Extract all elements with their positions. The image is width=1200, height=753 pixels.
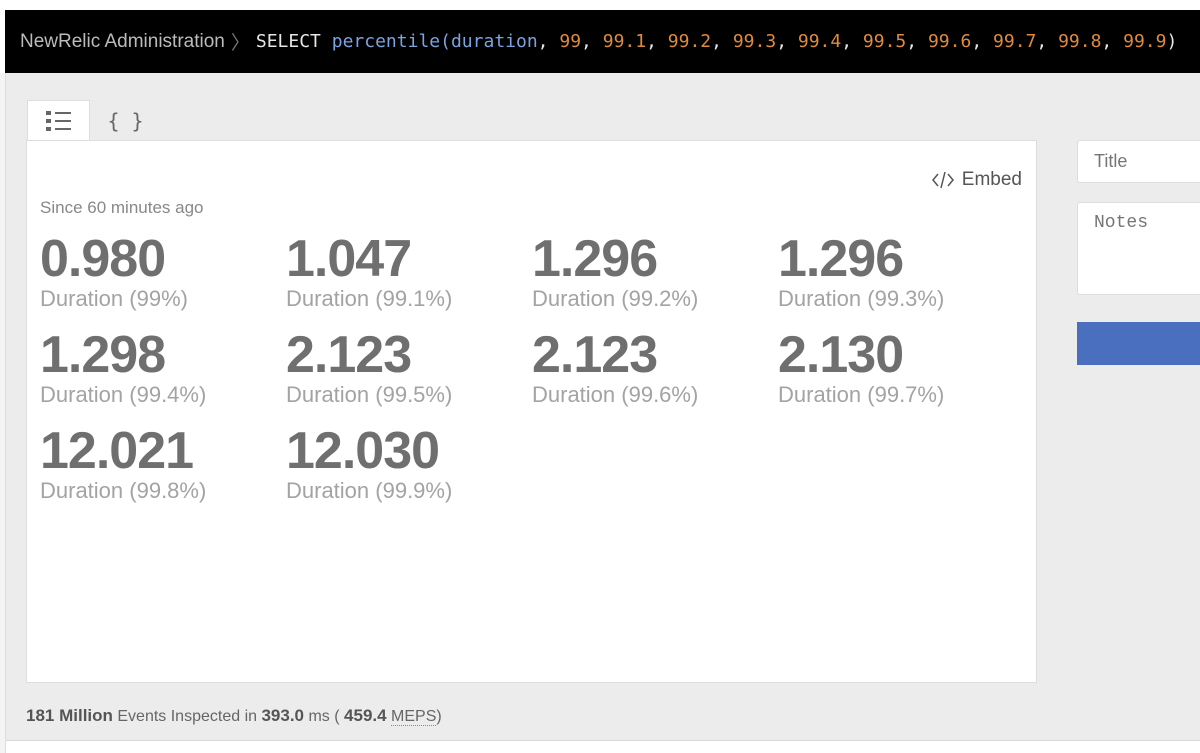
query-arg: 99.1 (602, 31, 647, 52)
query-comma: , (1036, 31, 1059, 52)
query-arg: 99.4 (797, 31, 842, 52)
metric-label: Duration (99%) (40, 286, 188, 311)
metric-value: 1.298 (40, 326, 166, 384)
breadcrumb-account[interactable]: NewRelic Administration (20, 31, 225, 53)
title-input[interactable] (1077, 140, 1200, 183)
metric-label: Duration (99.6%) (532, 382, 699, 407)
events-count: 181 Million (26, 706, 113, 725)
time-unit: ms ( (308, 708, 340, 725)
query-arg: 99.5 (862, 31, 907, 52)
metric-label: Duration (99.2%) (532, 286, 699, 311)
metrics-grid: 0.980 Duration (99%) 1.047 Duration (99.1%)… (40, 231, 1024, 517)
metric-label: Duration (99.9%) (286, 478, 453, 503)
query-function: percentile( (331, 31, 451, 52)
query-comma: , (711, 31, 733, 52)
query-arg: 99.3 (732, 31, 777, 52)
metric-label: Duration (99.8%) (40, 478, 207, 503)
metric-label: Duration (99.3%) (778, 286, 945, 311)
query-arg: 99.2 (667, 31, 712, 52)
tab-list-view[interactable] (27, 100, 90, 141)
stats-close: ) (436, 708, 442, 725)
metric-item: 2.123 Duration (99.5%) (286, 327, 532, 421)
add-to-dashboard-button[interactable] (1077, 322, 1200, 365)
query-arg: 99.7 (993, 31, 1037, 52)
metric-item: 2.123 Duration (99.6%) (532, 327, 778, 421)
results-panel: { } Embed Since 60 minutes ago 0.980 Dura… (6, 73, 1200, 741)
metric-item: 12.030 Duration (99.9%) (286, 423, 532, 517)
query-comma: , (841, 31, 863, 52)
query-field: duration (450, 31, 538, 52)
query-comma: , (1101, 31, 1124, 52)
metric-item: 0.980 Duration (99%) (40, 231, 286, 325)
metric-value: 12.021 (40, 422, 194, 480)
embed-label: Embed (961, 169, 1022, 190)
results-card: Embed Since 60 minutes ago 0.980 Duration… (26, 140, 1037, 683)
tab-json-view[interactable]: { } (94, 100, 157, 141)
json-icon: { } (107, 108, 144, 133)
metric-value: 2.123 (532, 326, 658, 384)
query-arg: 99.8 (1058, 31, 1102, 52)
query-arg: 99.6 (927, 31, 972, 52)
query-time: 393.0 (261, 706, 305, 725)
query-keyword: SELECT (255, 31, 321, 52)
query-comma: , (906, 31, 928, 52)
metric-label: Duration (99.7%) (778, 382, 945, 407)
metric-item: 1.047 Duration (99.1%) (286, 231, 532, 325)
query-comma: , (537, 31, 560, 52)
query-comma: , (646, 31, 668, 52)
metric-value: 12.030 (286, 422, 440, 480)
breadcrumb-separator-icon: 〉 (230, 33, 250, 54)
metric-value: 0.980 (40, 230, 166, 288)
query-comma: , (971, 31, 994, 52)
metric-item: 1.296 Duration (99.2%) (532, 231, 778, 325)
query-stats: 181 Million Events Inspected in 393.0 ms… (26, 706, 442, 726)
meps-label[interactable]: MEPS (391, 708, 437, 726)
events-text: Events Inspected in (117, 708, 258, 725)
list-icon (45, 111, 71, 131)
query-bar[interactable]: NewRelic Administration 〉 SELECT percent… (5, 10, 1200, 73)
metric-item: 2.130 Duration (99.7%) (778, 327, 1024, 421)
metric-item: 12.021 Duration (99.8%) (40, 423, 286, 517)
query-arg: 99.9 (1123, 31, 1167, 52)
query-comma: , (581, 31, 603, 52)
metric-label: Duration (99.4%) (40, 382, 207, 407)
metric-value: 2.123 (286, 326, 412, 384)
query-arg: 99 (559, 31, 582, 52)
query-comma: , (776, 31, 798, 52)
metric-label: Duration (99.1%) (286, 286, 453, 311)
metric-item: 1.298 Duration (99.4%) (40, 327, 286, 421)
metric-value: 1.296 (532, 230, 658, 288)
query-close: ) (1166, 31, 1178, 52)
metric-item: 1.296 Duration (99.3%) (778, 231, 1024, 325)
code-icon (931, 171, 954, 189)
embed-button[interactable]: Embed (931, 169, 1022, 191)
metric-label: Duration (99.5%) (286, 382, 453, 407)
meps-value: 459.4 (344, 706, 387, 725)
metric-value: 1.296 (778, 230, 904, 288)
time-range-label: Since 60 minutes ago (40, 198, 204, 217)
metric-value: 2.130 (778, 326, 904, 384)
metric-value: 1.047 (286, 230, 412, 288)
query-text[interactable]: SELECT percentile(duration, 99, 99.1, 99… (256, 31, 1177, 52)
notes-textarea[interactable] (1077, 202, 1200, 295)
